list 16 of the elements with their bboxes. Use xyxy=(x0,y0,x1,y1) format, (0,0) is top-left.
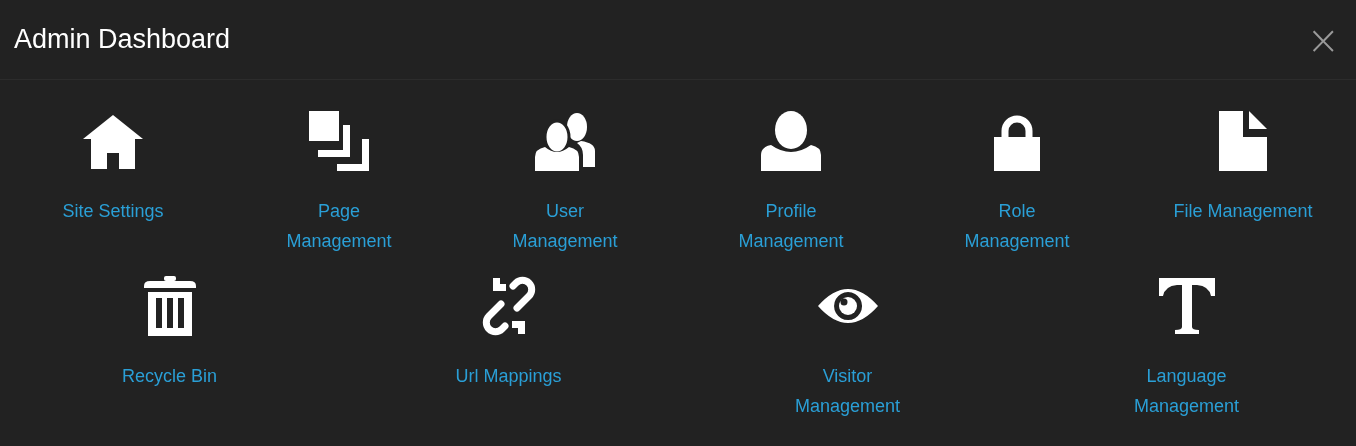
dashboard-link[interactable]: Visitor Management xyxy=(678,276,1017,421)
user-icon xyxy=(761,111,821,171)
dashboard-link[interactable]: Profile Management xyxy=(678,111,904,256)
close-button[interactable]: × xyxy=(1302,19,1344,60)
dashboard-link[interactable]: Url Mappings xyxy=(339,276,678,421)
pages-icon xyxy=(309,111,369,171)
users-icon xyxy=(535,111,595,171)
dashboard-link[interactable]: Role Management xyxy=(904,111,1130,256)
dashboard-link[interactable]: Recycle Bin xyxy=(0,276,339,421)
dashboard-link[interactable]: Site Settings xyxy=(0,111,226,256)
dialog-title: Admin Dashboard xyxy=(14,24,231,55)
dashboard-link[interactable]: File Management xyxy=(1130,111,1356,256)
dashboard-link[interactable]: User Management xyxy=(452,111,678,256)
text-icon xyxy=(1156,276,1217,336)
dashboard-link[interactable]: Page Management xyxy=(226,111,452,256)
dashboard-link[interactable]: Language Management xyxy=(1017,276,1356,421)
